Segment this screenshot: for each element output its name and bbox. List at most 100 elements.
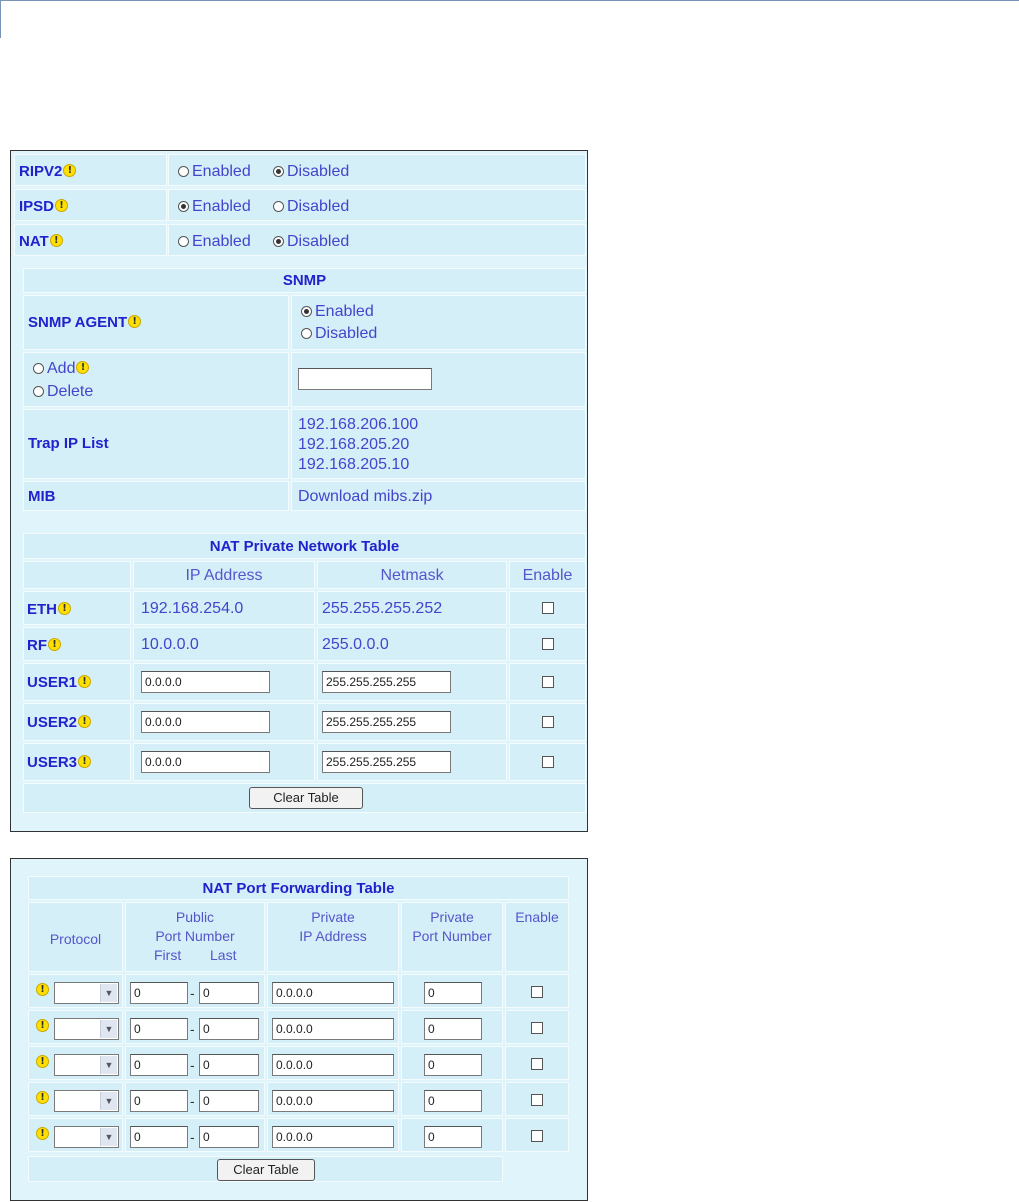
chevron-down-icon[interactable]: ▼ (100, 984, 117, 1002)
port-forward-enable-checkbox[interactable] (531, 1022, 543, 1034)
radio-button[interactable] (178, 236, 189, 247)
protocol-select[interactable]: ▼ (54, 982, 119, 1004)
user3-ip-input[interactable]: 0.0.0.0 (141, 751, 270, 773)
warning-icon[interactable]: ! (36, 1091, 49, 1104)
private-port-input[interactable]: 0 (424, 1090, 482, 1112)
table-cell (509, 591, 586, 625)
private-port-input[interactable]: 0 (424, 1126, 482, 1148)
chevron-down-icon[interactable]: ▼ (100, 1128, 117, 1146)
rf-enable-checkbox[interactable] (542, 638, 554, 650)
radio-button[interactable] (273, 236, 284, 247)
port-forward-enable-checkbox[interactable] (531, 1058, 543, 1070)
col-public-port: Port Number (155, 928, 235, 944)
table-cell: 255.255.255.255 (317, 703, 507, 741)
public-port-first-input[interactable]: 0 (130, 1018, 188, 1040)
user1-netmask-input[interactable]: 255.255.255.255 (322, 671, 451, 693)
private-ip-input[interactable]: 0.0.0.0 (272, 1018, 394, 1040)
chevron-down-icon[interactable]: ▼ (100, 1056, 117, 1074)
clear-table-button[interactable]: Clear Table (249, 787, 363, 809)
public-port-first-input[interactable]: 0 (130, 1126, 188, 1148)
chevron-down-icon[interactable]: ▼ (100, 1020, 117, 1038)
snmp-agent-label: SNMP AGENT (28, 314, 128, 331)
private-port-input[interactable]: 0 (424, 1054, 482, 1076)
protocol-select[interactable]: ▼ (54, 1126, 119, 1148)
private-ip-input[interactable]: 0.0.0.0 (272, 1054, 394, 1076)
clear-table-button[interactable]: Clear Table (217, 1159, 315, 1181)
protocol-select[interactable]: ▼ (54, 1054, 119, 1076)
nat-disabled-option[interactable]: Disabled (273, 233, 349, 251)
ripv2-disabled-option[interactable]: Disabled (273, 163, 349, 181)
eth-enable-checkbox[interactable] (542, 602, 554, 614)
ripv2-enabled-option[interactable]: Enabled (178, 163, 251, 181)
warning-icon[interactable]: ! (78, 755, 92, 768)
trap-add-option[interactable]: Add! (33, 360, 90, 378)
warning-icon[interactable]: ! (36, 1127, 49, 1140)
chevron-down-icon[interactable]: ▼ (100, 1092, 117, 1110)
table-cell: 255.255.255.252 (317, 591, 507, 625)
table-cell: 0.0.0.0 (267, 1082, 399, 1116)
warning-icon[interactable]: ! (58, 602, 71, 615)
snmp-agent-enabled-option[interactable]: Enabled (301, 303, 374, 321)
nat-private-footer-cell: Clear Table (23, 783, 586, 813)
radio-button[interactable] (178, 166, 189, 177)
port-forward-enable-checkbox[interactable] (531, 1130, 543, 1142)
protocol-select[interactable]: ▼ (54, 1090, 119, 1112)
warning-icon[interactable]: ! (36, 983, 49, 996)
trap-ip-item: 192.168.205.20 (298, 436, 410, 453)
public-port-first-input[interactable]: 0 (130, 982, 188, 1004)
port-forward-enable-checkbox[interactable] (531, 986, 543, 998)
private-ip-input[interactable]: 0.0.0.0 (272, 982, 394, 1004)
warning-icon[interactable]: ! (78, 715, 92, 728)
ripv2-label-cell: RIPV2! (14, 154, 167, 186)
table-row: ! ▼ (28, 974, 123, 1008)
trap-ip-item: 192.168.206.100 (298, 416, 419, 433)
public-port-first-input[interactable]: 0 (130, 1090, 188, 1112)
private-ip-input[interactable]: 0.0.0.0 (272, 1090, 394, 1112)
warning-icon[interactable]: ! (128, 315, 142, 328)
public-port-last-input[interactable]: 0 (199, 1126, 259, 1148)
warning-icon[interactable]: ! (36, 1055, 49, 1068)
table-cell (505, 1118, 569, 1152)
radio-button[interactable] (33, 386, 44, 397)
trap-list-cell: 192.168.206.100 192.168.205.20 192.168.2… (291, 409, 586, 479)
radio-button[interactable] (273, 166, 284, 177)
trap-delete-option[interactable]: Delete (33, 383, 93, 401)
nat-enabled-option[interactable]: Enabled (178, 233, 251, 251)
private-port-input[interactable]: 0 (424, 982, 482, 1004)
warning-icon[interactable]: ! (63, 164, 77, 177)
public-port-last-input[interactable]: 0 (199, 1018, 259, 1040)
warning-icon[interactable]: ! (55, 199, 69, 212)
download-mibs-link[interactable]: Download mibs.zip (298, 488, 432, 506)
user1-ip-input[interactable]: 0.0.0.0 (141, 671, 270, 693)
port-forward-enable-checkbox[interactable] (531, 1094, 543, 1106)
warning-icon[interactable]: ! (48, 638, 61, 651)
user1-enable-checkbox[interactable] (542, 676, 554, 688)
radio-button[interactable] (33, 363, 44, 374)
ipsd-enabled-option[interactable]: Enabled (178, 198, 251, 216)
user2-netmask-input[interactable]: 255.255.255.255 (322, 711, 451, 733)
warning-icon[interactable]: ! (76, 361, 90, 374)
warning-icon[interactable]: ! (78, 675, 92, 688)
snmp-agent-disabled-option[interactable]: Disabled (301, 325, 377, 343)
user3-netmask-input[interactable]: 255.255.255.255 (322, 751, 451, 773)
radio-button[interactable] (273, 201, 284, 212)
ipsd-disabled-option[interactable]: Disabled (273, 198, 349, 216)
user2-ip-input[interactable]: 0.0.0.0 (141, 711, 270, 733)
private-ip-input[interactable]: 0.0.0.0 (272, 1126, 394, 1148)
public-port-last-input[interactable]: 0 (199, 1090, 259, 1112)
public-port-last-input[interactable]: 0 (199, 1054, 259, 1076)
col-private: Private (430, 909, 474, 925)
public-port-first-input[interactable]: 0 (130, 1054, 188, 1076)
radio-button[interactable] (301, 306, 312, 317)
user2-enable-checkbox[interactable] (542, 716, 554, 728)
radio-button[interactable] (178, 201, 189, 212)
rf-netmask: 255.0.0.0 (322, 636, 389, 653)
trap-ip-input[interactable] (298, 368, 432, 390)
warning-icon[interactable]: ! (36, 1019, 49, 1032)
protocol-select[interactable]: ▼ (54, 1018, 119, 1040)
warning-icon[interactable]: ! (49, 234, 63, 247)
private-port-input[interactable]: 0 (424, 1018, 482, 1040)
radio-button[interactable] (301, 328, 312, 339)
public-port-last-input[interactable]: 0 (199, 982, 259, 1004)
user3-enable-checkbox[interactable] (542, 756, 554, 768)
